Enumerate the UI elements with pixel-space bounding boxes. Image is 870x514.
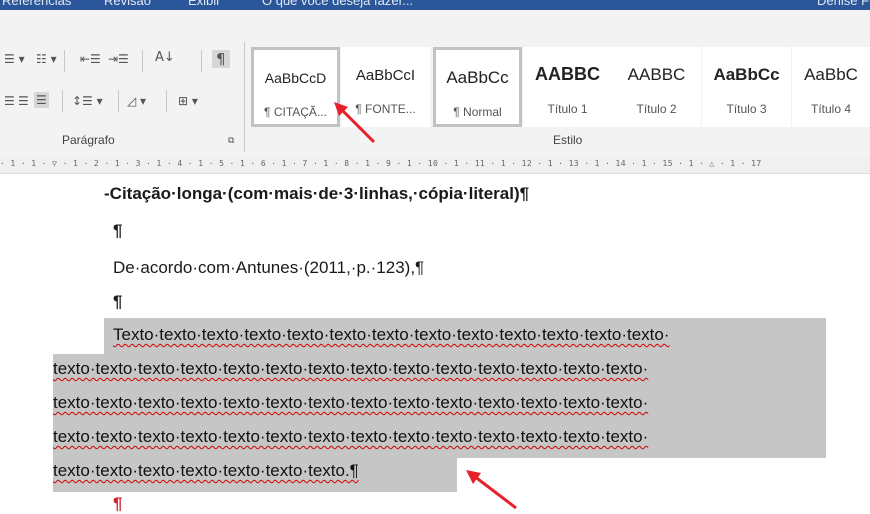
section-heading: -Citação·longa·(com·mais·de·3·linhas,·có… bbox=[104, 184, 530, 203]
style-group-label: Estilo bbox=[553, 133, 583, 147]
annotation-arrow bbox=[466, 470, 517, 510]
style-sample: AaBbCc bbox=[446, 68, 509, 87]
style-sample: AABBC bbox=[627, 65, 686, 84]
style-sample: AaBbCcI bbox=[355, 67, 416, 84]
borders-icon[interactable]: ⊞ ▾ bbox=[178, 94, 198, 108]
user-account-name[interactable]: Denise F bbox=[817, 0, 869, 8]
align-right-icon[interactable]: ☰ bbox=[18, 94, 29, 108]
style-name: Título 3 bbox=[726, 102, 767, 116]
tab-referencias[interactable]: Referências bbox=[2, 0, 71, 8]
increase-indent-icon[interactable]: ⇥☰ bbox=[108, 52, 129, 66]
shading-icon[interactable]: ◿ ▾ bbox=[127, 94, 146, 108]
style-titulo-2[interactable]: AABBC Título 2 bbox=[612, 47, 701, 127]
annotation-arrow bbox=[334, 102, 376, 144]
quote-line: texto·texto·texto·texto·texto·texto·text… bbox=[53, 393, 648, 413]
tell-me-search[interactable]: O que você deseja fazer... bbox=[262, 0, 413, 8]
empty-paragraph-mark: ¶ bbox=[113, 221, 123, 240]
horizontal-ruler[interactable]: · 1 · 1 · ▽ · 1 · 2 · 1 · 3 · 1 · 4 · 1 … bbox=[0, 157, 870, 174]
dialog-launcher-icon[interactable]: ⧉ bbox=[228, 136, 234, 146]
ribbon: ☰ ▾ ☷ ▾ ⇤☰ ⇥☰ A↓ ¶ ☰ ☰ ☰ ↕☰ ▾ ◿ ▾ ⊞ ▾ Pa… bbox=[0, 10, 870, 158]
quote-line-text: texto·texto·texto·texto·texto·texto·text… bbox=[53, 393, 649, 412]
align-center-icon[interactable]: ☰ bbox=[4, 94, 15, 108]
quote-line: texto·texto·texto·texto·texto·texto·text… bbox=[53, 359, 648, 379]
ribbon-divider bbox=[62, 90, 63, 112]
decrease-indent-icon[interactable]: ⇤☰ bbox=[80, 52, 101, 66]
sort-icon[interactable]: A↓ bbox=[155, 50, 175, 65]
empty-paragraph-mark: ¶ bbox=[113, 292, 123, 311]
bullets-list-icon[interactable]: ☰ ▾ bbox=[4, 52, 25, 66]
style-name: ¶ Normal bbox=[453, 105, 502, 119]
quote-line-text: Texto·texto·texto·texto·texto·texto·text… bbox=[113, 325, 670, 344]
style-name: Título 4 bbox=[810, 102, 852, 116]
quote-line: texto·texto·texto·texto·texto·texto·text… bbox=[53, 461, 359, 481]
style-sample: AABBC bbox=[535, 64, 600, 84]
quote-line-text: texto·texto·texto·texto·texto·texto·text… bbox=[53, 359, 649, 378]
style-sample: AaBbCcD bbox=[264, 70, 327, 86]
style-titulo-4[interactable]: AaBbC Título 4 bbox=[792, 47, 870, 127]
ribbon-divider bbox=[118, 90, 119, 112]
style-sample: AaBbC bbox=[804, 65, 858, 84]
ribbon-divider bbox=[142, 50, 143, 72]
tab-exibir[interactable]: Exibir bbox=[188, 0, 221, 8]
line-spacing-icon[interactable]: ↕☰ ▾ bbox=[72, 94, 103, 108]
document-body[interactable]: -Citação·longa·(com·mais·de·3·linhas,·có… bbox=[0, 174, 870, 513]
style-sample: AaBbCc bbox=[713, 65, 780, 84]
justify-icon[interactable]: ☰ bbox=[34, 92, 49, 108]
style-titulo-1[interactable]: AABBC Título 1 bbox=[523, 47, 612, 127]
quote-line-text: texto·texto·texto·texto·texto·texto·text… bbox=[53, 461, 359, 480]
quote-line: texto·texto·texto·texto·texto·texto·text… bbox=[53, 427, 648, 447]
ruler-marks: · 1 · 1 · ▽ · 1 · 2 · 1 · 3 · 1 · 4 · 1 … bbox=[0, 159, 762, 168]
style-name: ¶ CITAÇÃ... bbox=[264, 105, 327, 119]
style-normal[interactable]: AaBbCc ¶ Normal bbox=[433, 47, 522, 127]
paragraph-group-label: Parágrafo bbox=[62, 133, 115, 147]
ribbon-divider bbox=[64, 50, 65, 72]
style-titulo-3[interactable]: AaBbCc Título 3 bbox=[702, 47, 791, 127]
style-name: Título 2 bbox=[636, 102, 677, 116]
show-formatting-marks-icon[interactable]: ¶ bbox=[212, 50, 230, 68]
tab-revisao[interactable]: Revisão bbox=[104, 0, 151, 8]
intro-line: De·acordo·com·Antunes·(2011,·p.·123),¶ bbox=[113, 258, 425, 277]
style-name: Título 1 bbox=[547, 102, 588, 116]
quote-line-text: texto·texto·texto·texto·texto·texto·text… bbox=[53, 427, 649, 446]
ribbon-divider bbox=[166, 90, 167, 112]
style-citacao[interactable]: AaBbCcD ¶ CITAÇÃ... bbox=[251, 47, 340, 127]
trailing-paragraph-mark: ¶ bbox=[113, 494, 123, 513]
numbered-list-icon[interactable]: ☷ ▾ bbox=[36, 52, 57, 66]
ribbon-tab-bar: Referências Revisão Exibir O que você de… bbox=[0, 0, 870, 10]
ribbon-divider bbox=[201, 50, 202, 72]
quote-line: Texto·texto·texto·texto·texto·texto·text… bbox=[113, 325, 670, 345]
group-divider bbox=[244, 42, 245, 152]
